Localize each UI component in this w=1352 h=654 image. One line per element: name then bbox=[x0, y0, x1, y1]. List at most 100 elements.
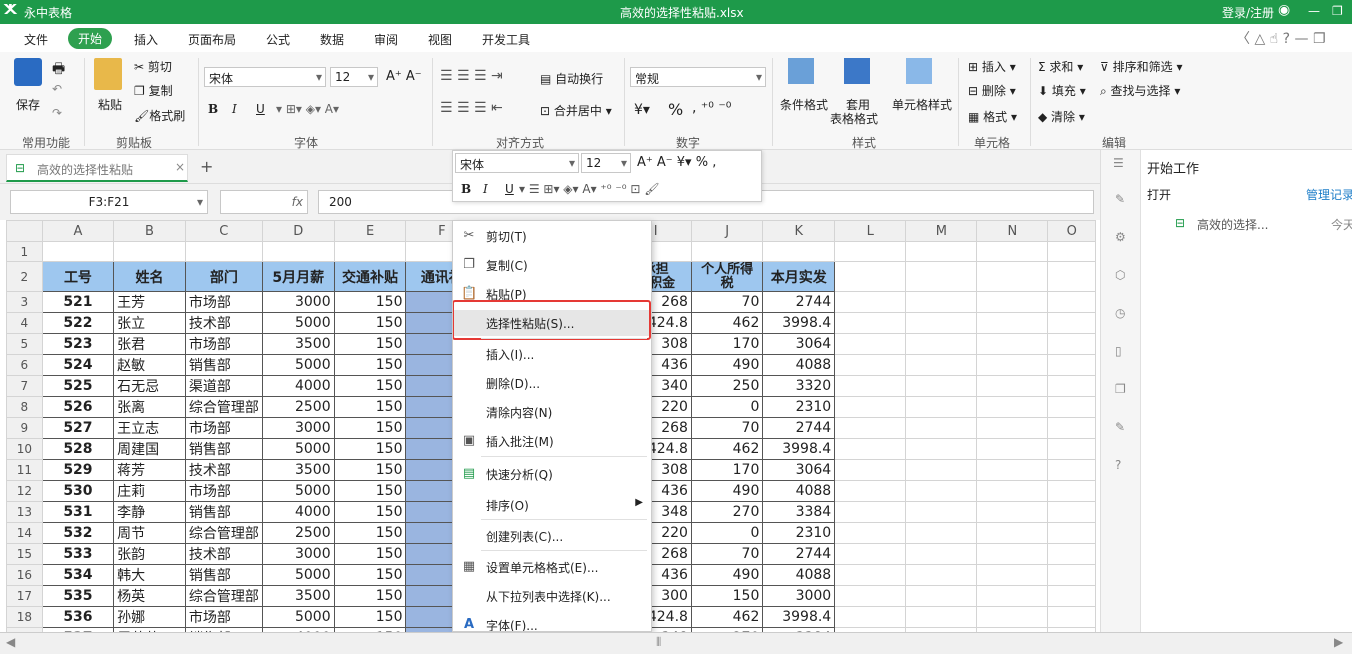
font-name-select[interactable]: 宋体 ▾ bbox=[204, 67, 326, 87]
empty-cell[interactable] bbox=[905, 417, 978, 439]
row-header[interactable]: 3 bbox=[6, 291, 43, 313]
header-cell[interactable]: 交通补贴 bbox=[333, 261, 407, 292]
empty-cell[interactable] bbox=[834, 417, 907, 439]
cell-d[interactable]: 3000 bbox=[261, 543, 335, 565]
border-icon[interactable]: ▾ ⊞▾ ◈▾ A▾ bbox=[276, 102, 339, 116]
header-cell[interactable]: 姓名 bbox=[113, 261, 186, 292]
login-link[interactable]: 登录/注册 bbox=[1222, 4, 1274, 21]
wrap-button[interactable]: ▤ 自动换行 bbox=[540, 70, 603, 87]
cell-k[interactable]: 3998.4 bbox=[762, 438, 836, 460]
empty-cell[interactable] bbox=[905, 522, 978, 544]
cell-j[interactable]: 70 bbox=[690, 543, 764, 565]
fx-button[interactable]: fx bbox=[220, 190, 308, 214]
empty-cell[interactable] bbox=[1047, 522, 1096, 544]
empty-cell[interactable] bbox=[905, 606, 978, 628]
cell-j[interactable]: 170 bbox=[690, 459, 764, 481]
cell-e[interactable]: 150 bbox=[333, 333, 407, 355]
empty-cell[interactable] bbox=[1047, 459, 1096, 481]
cell-b[interactable]: 李静 bbox=[113, 501, 186, 523]
row-header[interactable]: 8 bbox=[6, 396, 43, 418]
empty-cell[interactable] bbox=[976, 396, 1049, 418]
cell-e[interactable]: 150 bbox=[333, 312, 407, 334]
restore-icon[interactable]: ❐ bbox=[1332, 4, 1343, 18]
row-header[interactable]: 4 bbox=[6, 312, 43, 334]
clock-icon[interactable]: ◷ bbox=[1115, 306, 1125, 320]
cell-d[interactable]: 2500 bbox=[261, 522, 335, 544]
row-header[interactable]: 7 bbox=[6, 375, 43, 397]
cell-b[interactable]: 王芳 bbox=[113, 291, 186, 313]
column-header[interactable]: L bbox=[834, 220, 907, 242]
row-header[interactable]: 11 bbox=[6, 459, 43, 481]
header-cell[interactable]: 部门 bbox=[184, 261, 263, 292]
cell-c[interactable]: 销售部 bbox=[184, 564, 263, 586]
empty-cell[interactable] bbox=[834, 585, 907, 607]
menu-item-font[interactable]: A 字体(F)... bbox=[453, 612, 651, 631]
scroll-right-icon[interactable]: ▶ bbox=[1334, 635, 1343, 649]
italic-button[interactable]: I bbox=[232, 102, 237, 116]
mini-bold-button[interactable]: B bbox=[461, 182, 471, 196]
row-header[interactable]: 16 bbox=[6, 564, 43, 586]
mini-underline-button[interactable]: U bbox=[505, 182, 514, 196]
scroll-left-icon[interactable]: ◀ bbox=[6, 635, 15, 649]
empty-cell[interactable] bbox=[834, 438, 907, 460]
empty-cell[interactable] bbox=[905, 291, 978, 313]
column-header[interactable]: E bbox=[333, 220, 407, 242]
cell-j[interactable]: 490 bbox=[690, 354, 764, 376]
row-header[interactable]: 15 bbox=[6, 543, 43, 565]
fill-button[interactable]: ⬇ 填充 ▾ bbox=[1038, 82, 1086, 99]
cell-c[interactable]: 销售部 bbox=[184, 501, 263, 523]
cell-a[interactable]: 531 bbox=[41, 501, 115, 523]
underline-button[interactable]: U bbox=[256, 102, 265, 116]
mini-font-name-select[interactable]: 宋体 ▾ bbox=[455, 153, 579, 173]
cell-e[interactable]: 150 bbox=[333, 438, 407, 460]
empty-cell[interactable] bbox=[905, 543, 978, 565]
empty-cell[interactable] bbox=[834, 606, 907, 628]
row-header[interactable]: 10 bbox=[6, 438, 43, 460]
cell-k[interactable]: 2310 bbox=[762, 522, 836, 544]
empty-cell[interactable] bbox=[834, 480, 907, 502]
cell-a[interactable]: 521 bbox=[41, 291, 115, 313]
empty-cell[interactable] bbox=[905, 585, 978, 607]
empty-cell[interactable] bbox=[905, 312, 978, 334]
print-icon[interactable]: 🖶 bbox=[52, 58, 65, 82]
format-painter-button[interactable]: 🖌格式刷 bbox=[134, 107, 185, 124]
cell-k[interactable]: 3384 bbox=[762, 501, 836, 523]
cell-k[interactable]: 2744 bbox=[762, 291, 836, 313]
empty-cell[interactable] bbox=[976, 333, 1049, 355]
empty-cell[interactable] bbox=[905, 501, 978, 523]
format-cells-button[interactable]: ▦ 格式 ▾ bbox=[968, 108, 1017, 125]
menu-item-copy[interactable]: ❐ 复制(C) bbox=[453, 252, 651, 278]
cell-j[interactable]: 70 bbox=[690, 417, 764, 439]
help-icon[interactable]: ? bbox=[1115, 458, 1121, 472]
column-header[interactable]: J bbox=[690, 220, 764, 242]
menu-item-clear[interactable]: 清除内容(N) bbox=[453, 399, 651, 425]
row-header[interactable]: 2 bbox=[6, 261, 43, 292]
document-tab[interactable]: ⊟ 高效的选择性粘贴 × bbox=[6, 154, 188, 182]
table-style-icon[interactable] bbox=[844, 58, 870, 84]
cell-j[interactable]: 250 bbox=[690, 375, 764, 397]
cell-b[interactable]: 杨英 bbox=[113, 585, 186, 607]
undo-icon[interactable]: ↶ bbox=[52, 82, 62, 96]
column-header[interactable]: N bbox=[976, 220, 1049, 242]
cell-j[interactable]: 462 bbox=[690, 438, 764, 460]
cell-d[interactable]: 5000 bbox=[261, 312, 335, 334]
align-left-icon[interactable]: ☰ ☰ ☰ ⇤ bbox=[440, 100, 503, 116]
menu-item-comment[interactable]: ▣ 插入批注(M) bbox=[453, 428, 651, 454]
cell-c[interactable]: 技术部 bbox=[184, 312, 263, 334]
cell-b[interactable]: 张离 bbox=[113, 396, 186, 418]
cell-b[interactable]: 庄莉 bbox=[113, 480, 186, 502]
cell-d[interactable]: 5000 bbox=[261, 606, 335, 628]
cell-a[interactable]: 532 bbox=[41, 522, 115, 544]
redo-icon[interactable]: ↷ bbox=[52, 106, 62, 120]
cell-k[interactable]: 2744 bbox=[762, 543, 836, 565]
cell-b[interactable]: 赵敏 bbox=[113, 354, 186, 376]
cell-a[interactable]: 535 bbox=[41, 585, 115, 607]
save-icon[interactable] bbox=[14, 58, 42, 86]
paste-icon[interactable] bbox=[94, 58, 122, 90]
cell-k[interactable]: 3998.4 bbox=[762, 606, 836, 628]
save-button[interactable]: 保存 bbox=[16, 96, 40, 113]
percent-button[interactable]: % bbox=[668, 100, 683, 119]
cell-d[interactable]: 2500 bbox=[261, 396, 335, 418]
cell-a[interactable]: 534 bbox=[41, 564, 115, 586]
cell-b[interactable]: 张韵 bbox=[113, 543, 186, 565]
